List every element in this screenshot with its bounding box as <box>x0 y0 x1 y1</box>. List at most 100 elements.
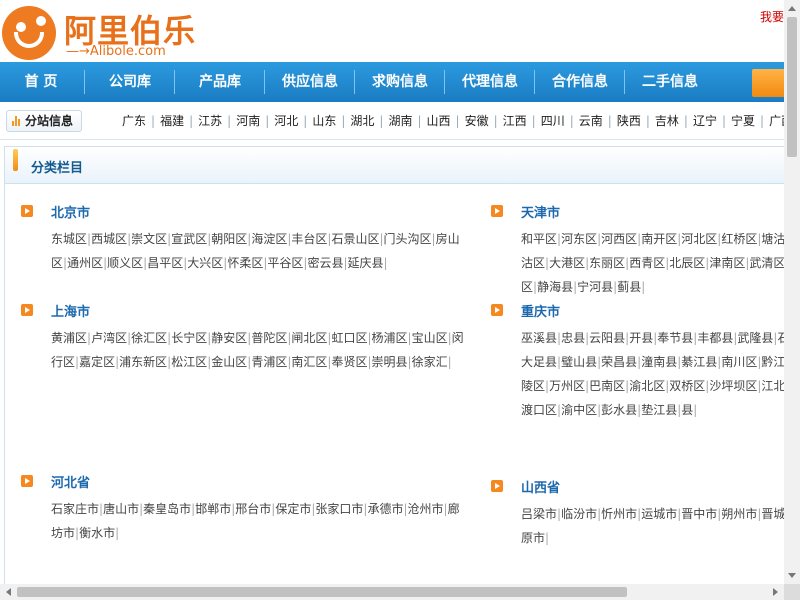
district-link[interactable]: 县 <box>681 403 693 417</box>
scroll-up-arrow-icon[interactable] <box>788 6 796 11</box>
district-link[interactable]: 唐山市 <box>103 502 139 516</box>
district-link[interactable]: 运城市 <box>641 507 677 521</box>
district-link[interactable]: 通州区 <box>67 256 103 270</box>
district-link[interactable]: 北辰区 <box>669 256 705 270</box>
district-link[interactable]: 东城区 <box>51 232 87 246</box>
district-link[interactable]: 晋城市 <box>761 507 784 521</box>
district-link[interactable]: 南川区 <box>721 355 757 369</box>
region-link[interactable]: 江西 <box>503 114 527 128</box>
scroll-down-arrow-icon[interactable] <box>788 573 796 578</box>
district-link[interactable]: 保定市 <box>275 502 311 516</box>
nav-highlight-button[interactable] <box>752 69 784 97</box>
district-link[interactable]: 渝北区 <box>629 379 665 393</box>
district-link[interactable]: 晋中市 <box>681 507 717 521</box>
district-link[interactable]: 石景山区 <box>331 232 379 246</box>
region-link[interactable]: 辽宁 <box>693 114 717 128</box>
district-link[interactable]: 静安区 <box>211 331 247 345</box>
nav-purchase-info[interactable]: 求购信息 <box>356 62 444 102</box>
district-link[interactable]: 张家口市 <box>315 502 363 516</box>
district-link[interactable]: 金山区 <box>211 355 247 369</box>
district-link[interactable]: 丰都县 <box>697 331 733 345</box>
region-link[interactable]: 山东 <box>312 114 336 128</box>
district-link[interactable]: 顺义区 <box>107 256 143 270</box>
district-link[interactable]: 杨浦区 <box>372 331 408 345</box>
nav-product-library[interactable]: 产品库 <box>176 62 264 102</box>
district-link[interactable]: 东丽区 <box>589 256 625 270</box>
region-block-title[interactable]: 重庆市 <box>521 301 560 320</box>
district-link[interactable]: 沙坪坝区 <box>709 379 757 393</box>
district-link[interactable]: 奉贤区 <box>331 355 367 369</box>
horizontal-scroll-thumb[interactable] <box>17 587 627 597</box>
region-link[interactable]: 湖北 <box>350 114 374 128</box>
district-link[interactable]: 昌平区 <box>147 256 183 270</box>
district-link[interactable]: 虹口区 <box>331 331 367 345</box>
region-link[interactable]: 宁夏 <box>731 114 755 128</box>
district-link[interactable]: 荣昌县 <box>601 355 637 369</box>
district-link[interactable]: 西青区 <box>629 256 665 270</box>
district-link[interactable]: 云阳县 <box>589 331 625 345</box>
district-link[interactable]: 垫江县 <box>641 403 677 417</box>
top-right-link[interactable]: 我要 <box>760 8 784 25</box>
district-link[interactable]: 临汾市 <box>561 507 597 521</box>
district-link[interactable]: 璧山县 <box>561 355 597 369</box>
district-link[interactable]: 开县 <box>629 331 653 345</box>
district-link[interactable]: 奉节县 <box>657 331 693 345</box>
district-link[interactable]: 吕梁市 <box>521 507 557 521</box>
district-link[interactable]: 密云县 <box>307 256 343 270</box>
district-link[interactable]: 巫溪县 <box>521 331 557 345</box>
district-link[interactable]: 平谷区 <box>267 256 303 270</box>
region-link[interactable]: 湖南 <box>388 114 412 128</box>
district-link[interactable]: 衡水市 <box>79 526 115 540</box>
region-link[interactable]: 福建 <box>160 114 184 128</box>
district-link[interactable]: 青浦区 <box>251 355 287 369</box>
site-logo[interactable]: 阿里伯乐 —→Alibole.com <box>2 4 195 60</box>
region-link[interactable]: 吉林 <box>655 114 679 128</box>
region-link[interactable]: 云南 <box>579 114 603 128</box>
district-link[interactable]: 大足县 <box>521 355 557 369</box>
district-link[interactable]: 大兴区 <box>187 256 223 270</box>
district-link[interactable]: 西城区 <box>91 232 127 246</box>
district-link[interactable]: 忻州市 <box>601 507 637 521</box>
district-link[interactable]: 宝山区 <box>412 331 448 345</box>
region-link[interactable]: 广西 <box>769 114 784 128</box>
district-link[interactable]: 秦皇岛市 <box>143 502 191 516</box>
district-link[interactable]: 卢湾区 <box>91 331 127 345</box>
district-link[interactable]: 静海县 <box>537 280 573 294</box>
region-block-title[interactable]: 上海市 <box>51 301 90 320</box>
district-link[interactable]: 宣武区 <box>171 232 207 246</box>
scroll-left-arrow-icon[interactable] <box>6 588 11 596</box>
district-link[interactable]: 南开区 <box>641 232 677 246</box>
region-block-title[interactable]: 河北省 <box>51 472 90 491</box>
district-link[interactable]: 徐汇区 <box>131 331 167 345</box>
district-link[interactable]: 巴南区 <box>589 379 625 393</box>
district-link[interactable]: 江北区 <box>761 379 784 393</box>
district-link[interactable]: 双桥区 <box>669 379 705 393</box>
district-link[interactable]: 潼南县 <box>641 355 677 369</box>
district-link[interactable]: 朝阳区 <box>211 232 247 246</box>
district-link[interactable]: 和平区 <box>521 232 557 246</box>
nav-supply-info[interactable]: 供应信息 <box>266 62 354 102</box>
district-link[interactable]: 海淀区 <box>251 232 287 246</box>
vertical-scrollbar[interactable] <box>784 0 800 584</box>
region-link[interactable]: 河北 <box>274 114 298 128</box>
nav-company-library[interactable]: 公司库 <box>86 62 174 102</box>
vertical-scroll-thumb[interactable] <box>787 17 797 157</box>
region-block-title[interactable]: 山西省 <box>521 477 560 496</box>
nav-secondhand-info[interactable]: 二手信息 <box>626 62 714 102</box>
district-link[interactable]: 宁河县 <box>577 280 613 294</box>
region-block-title[interactable]: 北京市 <box>51 202 90 221</box>
district-link[interactable]: 浦东新区 <box>119 355 167 369</box>
district-link[interactable]: 武清区 <box>749 256 784 270</box>
district-link[interactable]: 嘉定区 <box>79 355 115 369</box>
district-link[interactable]: 河北区 <box>681 232 717 246</box>
district-link[interactable]: 承德市 <box>367 502 403 516</box>
district-link[interactable]: 武隆县 <box>737 331 773 345</box>
district-link[interactable]: 塘沽区 <box>761 232 784 246</box>
region-link[interactable]: 陕西 <box>617 114 641 128</box>
region-link[interactable]: 山西 <box>427 114 451 128</box>
district-link[interactable]: 河西区 <box>601 232 637 246</box>
district-link[interactable]: 渝中区 <box>561 403 597 417</box>
district-link[interactable]: 崇文区 <box>131 232 167 246</box>
district-link[interactable]: 蓟县 <box>617 280 641 294</box>
district-link[interactable]: 邯郸市 <box>195 502 231 516</box>
